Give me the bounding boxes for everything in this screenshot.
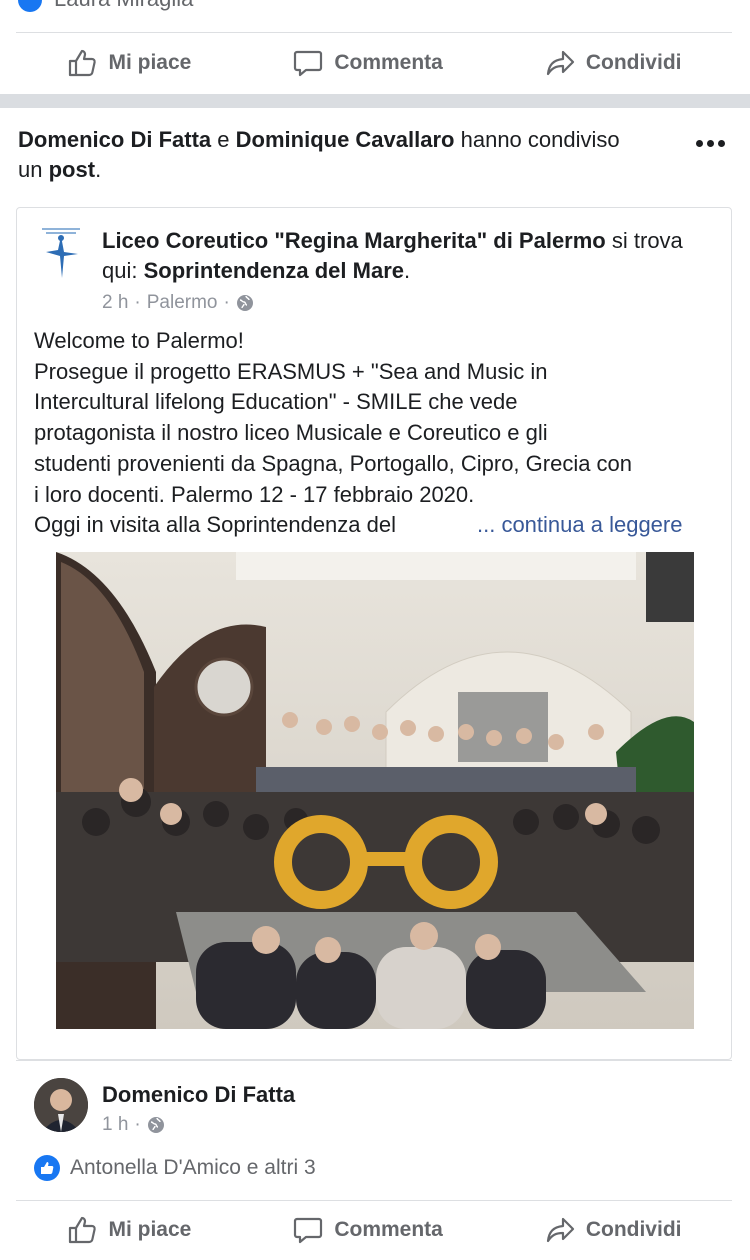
page-name[interactable]: Liceo Coreutico "Regina Margherita" di P…: [102, 228, 606, 253]
avatar[interactable]: [34, 1078, 88, 1132]
reactions-text: Antonella D'Amico e altri 3: [70, 1156, 316, 1179]
like-button[interactable]: Mi piace: [66, 1214, 191, 1246]
post-text: Welcome to Palermo! Prosegue il progetto…: [34, 326, 724, 541]
share-button[interactable]: Condividi: [544, 1214, 682, 1246]
like-icon: [69, 49, 97, 77]
post-time[interactable]: 2 h: [102, 288, 128, 318]
post-text-last-line: Oggi in visita alla Soprintendenza del .…: [34, 510, 724, 541]
globe-icon: [147, 1117, 164, 1133]
reactions-summary[interactable]: Antonella D'Amico e altri 3: [34, 1155, 316, 1181]
feed-separator: [0, 94, 750, 108]
comment-button[interactable]: Commenta: [292, 47, 443, 79]
dot-separator: ·: [223, 292, 230, 313]
like-button[interactable]: Mi piace: [66, 47, 191, 79]
like-label: Mi piace: [108, 1218, 192, 1241]
share-label: Condividi: [585, 1218, 682, 1241]
conjunction: e: [217, 127, 230, 152]
post-link[interactable]: post: [49, 157, 95, 182]
comment-label: Commenta: [334, 51, 443, 74]
share-header: Domenico Di Fatta e Dominique Cavallaro …: [18, 125, 678, 185]
dot-separator: ·: [134, 292, 141, 313]
comment-icon: [294, 50, 323, 77]
comment-label: Commenta: [334, 1218, 443, 1241]
like-label: Mi piace: [108, 51, 192, 74]
globe-icon: [236, 295, 253, 311]
post-place[interactable]: Palermo: [147, 288, 218, 318]
reaction-name[interactable]: Laura Miraglia: [54, 0, 193, 12]
post-text-line: Oggi in visita alla Soprintendenza del: [34, 512, 397, 538]
like-icon: [69, 1216, 97, 1244]
post-text-line: i loro docenti. Palermo 12 - 17 febbraio…: [34, 481, 475, 507]
post-text-line: studenti provenienti da Spagna, Portogal…: [34, 450, 633, 476]
share-icon: [546, 1217, 574, 1243]
top-reaction-strip: Laura Miraglia: [0, 0, 750, 20]
period: .: [95, 157, 102, 182]
more-icon[interactable]: [696, 133, 730, 153]
post-text-line: Welcome to Palermo!: [34, 328, 244, 353]
verb-text: hanno condiviso: [460, 127, 620, 152]
post-text-line: Intercultural lifelong Education" - SMIL…: [34, 389, 518, 415]
read-more-link[interactable]: ... continua a leggere: [477, 510, 682, 541]
share-button[interactable]: Condividi: [544, 47, 682, 79]
comment-icon: [294, 1217, 323, 1244]
sharer-meta: 1 h ·: [102, 1114, 165, 1136]
like-reaction-icon: [34, 1155, 60, 1181]
location-link[interactable]: Soprintendenza del Mare: [144, 258, 404, 283]
actor-link[interactable]: Dominique Cavallaro: [236, 127, 455, 152]
share-time[interactable]: 1 h: [102, 1114, 128, 1136]
article-text: un: [18, 157, 43, 182]
sharer-name[interactable]: Domenico Di Fatta: [102, 1082, 295, 1108]
dot-separator: ·: [134, 1114, 141, 1135]
comment-button[interactable]: Commenta: [292, 1214, 443, 1246]
page-logo[interactable]: [36, 222, 86, 284]
like-reaction-icon: [18, 0, 42, 12]
action-bar-top: Mi piace Commenta Condividi: [16, 32, 732, 94]
post-photo[interactable]: [56, 552, 694, 1029]
post-text-line: Prosegue il progetto ERASMUS + "Sea and …: [34, 358, 548, 384]
post-text-line: protagonista il nostro liceo Musicale e …: [34, 420, 548, 446]
page-header: Liceo Coreutico "Regina Margherita" di P…: [102, 226, 702, 318]
share-icon: [546, 50, 574, 76]
actor-link[interactable]: Domenico Di Fatta: [18, 127, 211, 152]
action-bar-bottom: Mi piace Commenta Condividi: [16, 1200, 732, 1260]
period: .: [404, 258, 411, 283]
divider: [16, 1060, 732, 1061]
share-label: Condividi: [585, 51, 682, 74]
post-meta: 2 h · Palermo ·: [102, 288, 702, 318]
